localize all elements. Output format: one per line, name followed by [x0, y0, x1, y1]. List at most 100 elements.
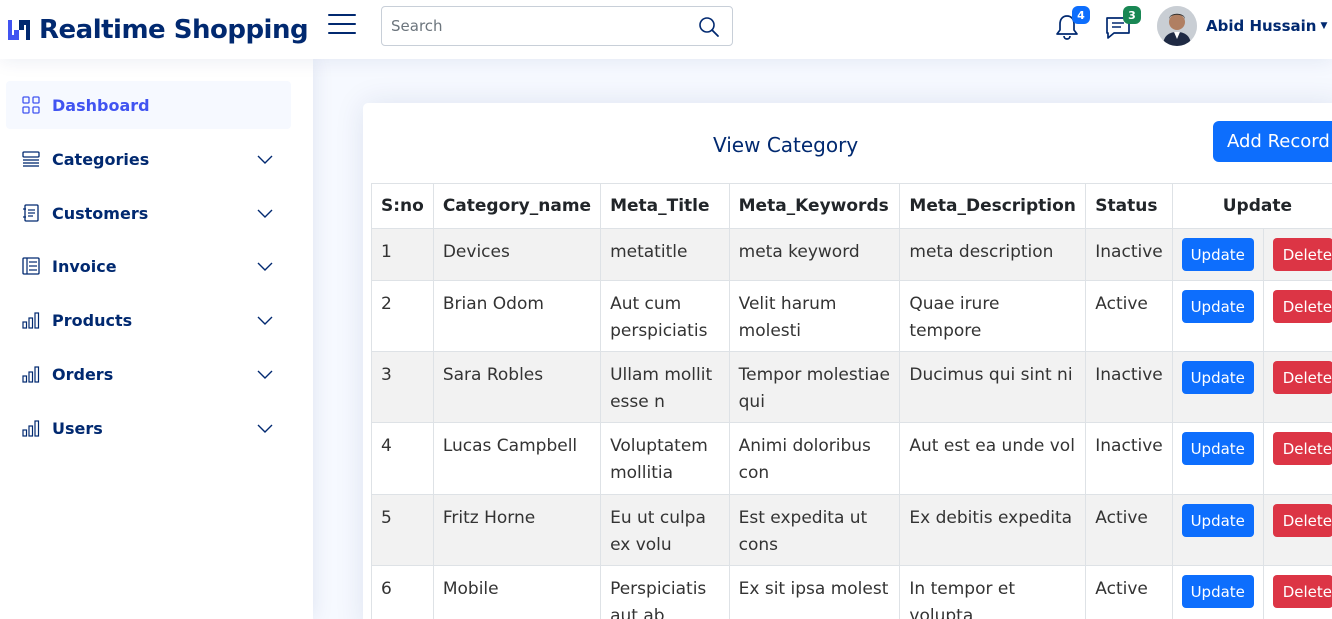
update-button[interactable]: Update: [1181, 504, 1254, 537]
cell-update: Update: [1171, 228, 1264, 281]
hamburger-line: [328, 23, 356, 25]
cell-meta-title: Voluptatem mollitia: [600, 422, 730, 495]
update-button[interactable]: Update: [1181, 290, 1254, 323]
bar-chart-icon: [22, 420, 40, 437]
sidebar-item-label: Categories: [52, 149, 150, 169]
search-icon[interactable]: [698, 16, 720, 38]
cell-meta-title: metatitle: [600, 228, 730, 281]
sidebar-toggle-button[interactable]: [328, 14, 356, 40]
update-button[interactable]: Update: [1181, 238, 1254, 271]
logo-text: Realtime Shopping: [39, 14, 309, 45]
caret-down-icon: ▼: [1320, 21, 1328, 31]
header-category-name: Category_name: [432, 183, 602, 229]
cell-category-name: Mobile: [432, 565, 602, 619]
sidebar: Dashboard Categories Customers Invoice P…: [0, 59, 313, 619]
delete-button[interactable]: Delete: [1272, 575, 1332, 608]
cell-meta-keywords: Velit harum molesti: [728, 280, 901, 352]
add-record-button[interactable]: Add Record: [1213, 121, 1332, 162]
cell-meta-title: Ullam mollit esse n: [600, 351, 730, 423]
delete-button[interactable]: Delete: [1272, 238, 1332, 271]
chevron-down-icon: [257, 209, 273, 218]
sidebar-item-orders[interactable]: Orders: [6, 350, 291, 398]
table-row: 6 Mobile Perspiciatis aut ab Ex sit ipsa…: [371, 565, 1332, 619]
cell-status: Inactive: [1085, 228, 1173, 281]
messages-badge: 3: [1123, 6, 1141, 24]
sidebar-item-label: Invoice: [52, 256, 117, 276]
table-row: 4 Lucas Campbell Voluptatem mollitia Ani…: [371, 422, 1332, 495]
cell-meta-description: Ex debitis expedita: [899, 494, 1087, 566]
layout-text-icon: [22, 257, 40, 275]
delete-button[interactable]: Delete: [1272, 361, 1332, 394]
logo[interactable]: Realtime Shopping: [5, 14, 309, 45]
search-bar: [381, 6, 733, 46]
cell-meta-keywords: Est expedita ut cons: [728, 494, 901, 566]
cell-delete: Delete: [1262, 351, 1332, 423]
category-card: View Category Add Record S:no Category_n…: [363, 103, 1332, 619]
cell-sno: 3: [371, 351, 434, 423]
notifications-badge: 4: [1072, 6, 1090, 24]
cell-update: Update: [1171, 565, 1264, 619]
cell-meta-keywords: Animi doloribus con: [728, 422, 901, 495]
sidebar-item-customers[interactable]: Customers: [6, 189, 291, 237]
cell-update: Update: [1171, 280, 1264, 352]
sidebar-item-label: Customers: [52, 203, 149, 223]
cell-meta-keywords: Tempor molestiae qui: [728, 351, 901, 423]
page-title: View Category: [713, 133, 859, 157]
chevron-down-icon: [257, 262, 273, 271]
cell-meta-description: Ducimus qui sint ni: [899, 351, 1087, 423]
cell-update: Update: [1171, 494, 1264, 566]
header-sno: S:no: [371, 183, 434, 229]
delete-button[interactable]: Delete: [1272, 432, 1332, 465]
sidebar-item-label: Orders: [52, 364, 114, 384]
cell-category-name: Fritz Horne: [432, 494, 602, 566]
update-button[interactable]: Update: [1181, 361, 1254, 394]
sidebar-item-label: Dashboard: [52, 95, 150, 115]
chevron-down-icon: [257, 424, 273, 433]
cell-meta-title: Aut cum perspiciatis: [600, 280, 730, 352]
cell-meta-title: Perspiciatis aut ab: [600, 565, 730, 619]
delete-button[interactable]: Delete: [1272, 504, 1332, 537]
notifications-button[interactable]: 4: [1052, 6, 1090, 42]
chevron-down-icon: [257, 370, 273, 379]
cell-delete: Delete: [1262, 565, 1332, 619]
cell-meta-keywords: meta keyword: [728, 228, 901, 281]
cell-delete: Delete: [1262, 280, 1332, 352]
cell-status: Active: [1085, 280, 1173, 352]
messages-button[interactable]: 3: [1103, 6, 1141, 42]
table-row: 3 Sara Robles Ullam mollit esse n Tempor…: [371, 351, 1332, 423]
chevron-down-icon: [257, 155, 273, 164]
cell-status: Active: [1085, 565, 1173, 619]
cell-delete: Delete: [1262, 494, 1332, 566]
cell-meta-description: Aut est ea unde vol: [899, 422, 1087, 495]
sidebar-item-users[interactable]: Users: [6, 404, 291, 452]
cell-category-name: Brian Odom: [432, 280, 602, 352]
bar-chart-icon: [22, 366, 40, 383]
grid-icon: [22, 96, 40, 114]
update-button[interactable]: Update: [1181, 575, 1254, 608]
hamburger-line: [328, 32, 356, 34]
header-update: Update: [1171, 183, 1332, 229]
cell-sno: 1: [371, 228, 434, 281]
update-button[interactable]: Update: [1181, 432, 1254, 465]
delete-button[interactable]: Delete: [1272, 290, 1332, 323]
sidebar-item-categories[interactable]: Categories: [6, 135, 291, 183]
cell-meta-keywords: Ex sit ipsa molest: [728, 565, 901, 619]
chevron-down-icon: [257, 316, 273, 325]
cell-delete: Delete: [1262, 422, 1332, 495]
header-meta-description: Meta_Description: [899, 183, 1087, 229]
cell-meta-description: In tempor et volupta: [899, 565, 1087, 619]
cell-sno: 4: [371, 422, 434, 495]
profile-name: Abid Hussain: [1206, 17, 1317, 35]
cell-sno: 2: [371, 280, 434, 352]
cell-category-name: Devices: [432, 228, 602, 281]
sidebar-item-invoice[interactable]: Invoice: [6, 242, 291, 290]
cell-status: Inactive: [1085, 351, 1173, 423]
menu-button-icon: [22, 151, 40, 167]
sidebar-item-products[interactable]: Products: [6, 296, 291, 344]
profile-dropdown[interactable]: Abid Hussain ▼: [1157, 6, 1327, 46]
journal-text-icon: [23, 204, 39, 222]
search-input[interactable]: [382, 7, 682, 45]
sidebar-item-label: Users: [52, 418, 103, 438]
cell-update: Update: [1171, 422, 1264, 495]
sidebar-item-dashboard[interactable]: Dashboard: [6, 81, 291, 129]
